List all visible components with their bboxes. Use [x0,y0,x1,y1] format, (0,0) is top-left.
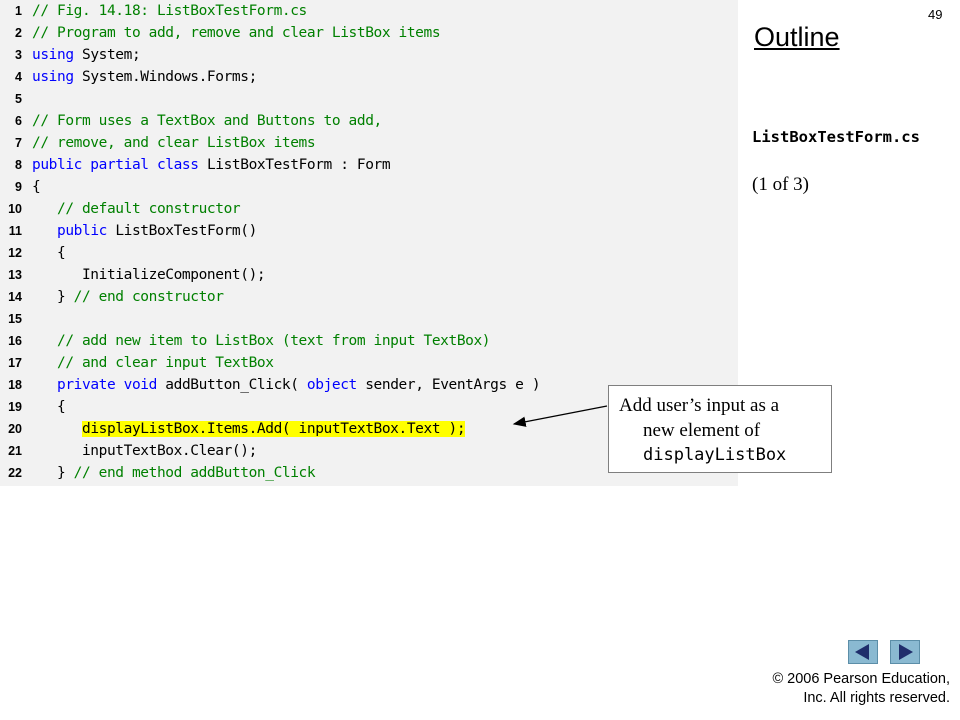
callout-line-3: displayListBox [643,445,787,465]
copyright-line-2: Inc. All rights reserved. [803,690,950,706]
previous-slide-button[interactable] [848,640,878,664]
triangle-right-icon [899,644,913,660]
next-slide-button[interactable] [890,640,920,664]
callout-box: Add user’s input as a new element of dis… [608,385,832,473]
copyright-notice: © 2006 Pearson Education, Inc. All right… [772,670,950,708]
copyright-line-1: © 2006 Pearson Education, [772,671,950,687]
callout-arrow [512,405,608,427]
callout-line-1: Add user’s input as a [619,395,780,416]
callout-line-2: new element of [643,420,761,441]
triangle-left-icon [855,644,869,660]
